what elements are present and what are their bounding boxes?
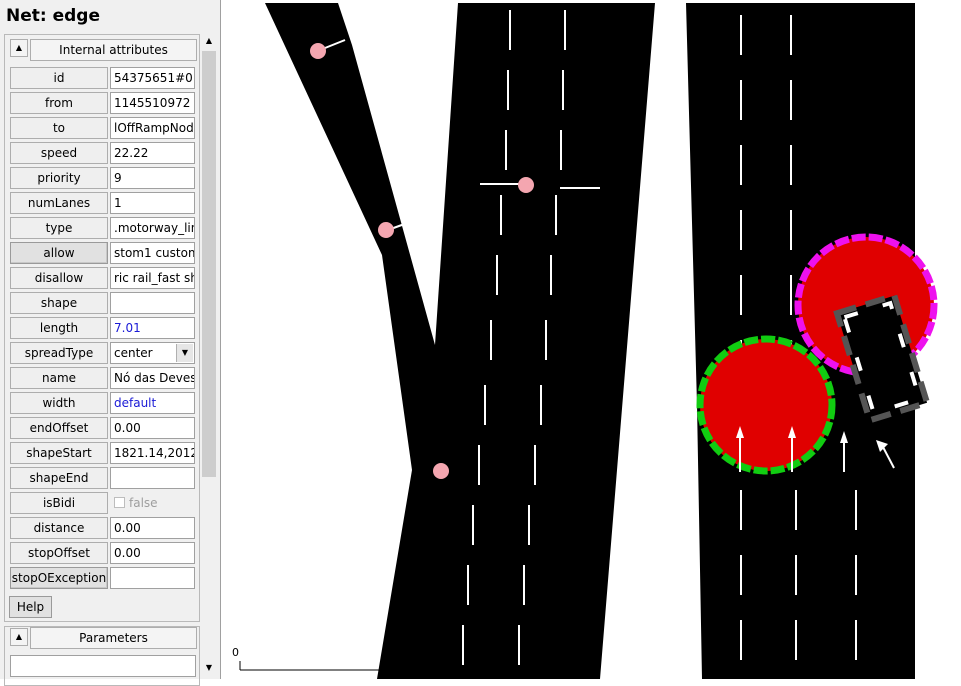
allow-button[interactable]: allow (10, 242, 108, 264)
attr-label-from: from (10, 92, 108, 114)
collapse-icon[interactable]: ▲ (10, 628, 28, 646)
attr-label-speed: speed (10, 142, 108, 164)
attr-value-type[interactable]: .motorway_link (110, 217, 195, 239)
attr-row-type: type .motorway_link (10, 217, 195, 239)
attr-label-endoffset: endOffset (10, 417, 108, 439)
junction-red-lower[interactable] (696, 335, 836, 475)
attr-row-width: width default (10, 392, 195, 414)
attr-label-shapestart: shapeStart (10, 442, 108, 464)
attr-value-shape[interactable] (110, 292, 195, 314)
attr-label-spreadtype: spreadType (10, 342, 108, 364)
scale-label: 0 (232, 646, 239, 659)
attr-value-endoffset[interactable]: 0.00 (110, 417, 195, 439)
attr-label-to: to (10, 117, 108, 139)
attr-label-distance: distance (10, 517, 108, 539)
attr-label-shapeend: shapeEnd (10, 467, 108, 489)
attr-value-distance[interactable]: 0.00 (110, 517, 195, 539)
collapse-icon[interactable]: ▲ (10, 39, 28, 57)
attr-label-shape: shape (10, 292, 108, 314)
help-button[interactable]: Help (9, 596, 52, 618)
panel-title: Net: edge (6, 6, 100, 26)
panel-scrollbar[interactable]: ▲ ▼ (201, 33, 217, 676)
attr-row-spreadtype: spreadType center ▼ (10, 342, 195, 364)
scrollbar-thumb[interactable] (202, 51, 216, 477)
network-canvas[interactable] (223, 0, 961, 679)
attr-row-disallow: disallow ric rail_fast ship (10, 267, 195, 289)
parameters-header[interactable]: Parameters (30, 627, 197, 649)
attr-label-stopoffset: stopOffset (10, 542, 108, 564)
attr-label-length: length (10, 317, 108, 339)
attr-value-width[interactable]: default (110, 392, 195, 414)
scroll-down-icon[interactable]: ▼ (201, 660, 217, 676)
attr-row-numlanes: numLanes 1 (10, 192, 195, 214)
attr-label-priority: priority (10, 167, 108, 189)
attr-value-id[interactable]: 54375651#0 (110, 67, 195, 89)
scale-bar (239, 661, 380, 671)
attr-row-distance: distance 0.00 (10, 517, 195, 539)
attr-row-to: to lOffRampNode (10, 117, 195, 139)
attr-label-numlanes: numLanes (10, 192, 108, 214)
attr-row-name: name Nó das Devesas (10, 367, 195, 389)
attr-value-shapeend[interactable] (110, 467, 195, 489)
attr-label-width: width (10, 392, 108, 414)
node-marker[interactable] (378, 222, 394, 238)
attr-value-shapestart[interactable]: 1821.14,2012.65 (110, 442, 195, 464)
attr-row-shapestart: shapeStart 1821.14,2012.65 (10, 442, 195, 464)
attr-value-priority[interactable]: 9 (110, 167, 195, 189)
isbidi-checkbox[interactable] (114, 497, 125, 508)
attr-value-numlanes[interactable]: 1 (110, 192, 195, 214)
attr-value-to[interactable]: lOffRampNode (110, 117, 195, 139)
stopoexception-button[interactable]: stopOException (10, 567, 108, 589)
attr-label-isbidi: isBidi (10, 492, 108, 514)
attr-row-stopoexception: stopOException (10, 567, 195, 589)
attr-value-disallow[interactable]: ric rail_fast ship (110, 267, 195, 289)
attr-row-stopoffset: stopOffset 0.00 (10, 542, 195, 564)
attr-row-from: from 1145510972 (10, 92, 195, 114)
internal-attributes-header[interactable]: Internal attributes (30, 39, 197, 61)
node-marker[interactable] (310, 43, 326, 59)
attr-label-name: name (10, 367, 108, 389)
attr-label-disallow: disallow (10, 267, 108, 289)
attr-row-priority: priority 9 (10, 167, 195, 189)
spreadtype-value: center (114, 346, 153, 360)
attr-label-type: type (10, 217, 108, 239)
attr-value-stopoexception[interactable] (110, 567, 195, 589)
attr-value-allow[interactable]: stom1 custom2 (110, 242, 195, 264)
spreadtype-select[interactable]: center ▼ (110, 342, 195, 364)
attr-row-allow: allow stom1 custom2 (10, 242, 195, 264)
node-marker[interactable] (433, 463, 449, 479)
attr-value-from[interactable]: 1145510972 (110, 92, 195, 114)
attr-row-id: id 54375651#0 (10, 67, 195, 89)
attr-value-name[interactable]: Nó das Devesas (110, 367, 195, 389)
network-view[interactable] (223, 0, 961, 679)
attr-row-shapeend: shapeEnd (10, 467, 195, 489)
attr-row-speed: speed 22.22 (10, 142, 195, 164)
attr-value-stopoffset[interactable]: 0.00 (110, 542, 195, 564)
attribute-panel: Net: edge ▲ Internal attributes id 54375… (0, 0, 221, 686)
attr-label-id: id (10, 67, 108, 89)
attr-row-endoffset: endOffset 0.00 (10, 417, 195, 439)
attr-value-length[interactable]: 7.01 (110, 317, 195, 339)
attr-row-isbidi: isBidi false (10, 492, 195, 514)
scroll-up-icon[interactable]: ▲ (201, 33, 217, 49)
node-marker[interactable] (518, 177, 534, 193)
chevron-down-icon[interactable]: ▼ (176, 344, 193, 362)
parameters-input[interactable] (10, 655, 196, 677)
attr-value-speed[interactable]: 22.22 (110, 142, 195, 164)
attr-row-shape: shape (10, 292, 195, 314)
isbidi-checkbox-label: false (129, 496, 158, 510)
attr-row-length: length 7.01 (10, 317, 195, 339)
